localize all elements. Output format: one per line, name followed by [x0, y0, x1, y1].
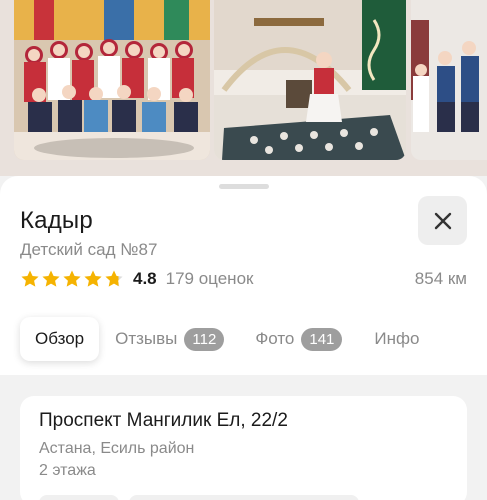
rating-count[interactable]: 179 оценок — [166, 269, 254, 289]
place-title: Кадыр — [20, 207, 93, 234]
place-tabs: Обзор Отзывы 112 Фото 141 Инфо — [20, 316, 419, 362]
rating-stars — [20, 269, 124, 289]
star-half-icon — [105, 270, 123, 287]
tab-label: Фото — [255, 329, 295, 348]
address-area: Астана, Есиль район — [39, 440, 195, 457]
address-action-chip[interactable] — [39, 495, 119, 500]
tab-info[interactable]: Инфо — [374, 317, 419, 361]
distance: 854 км — [414, 269, 467, 288]
address-floors: 2 этажа — [39, 462, 96, 479]
rating-row[interactable]: 4.8 179 оценок 854 км — [20, 267, 467, 291]
star-icon — [21, 270, 39, 287]
close-button[interactable] — [418, 196, 467, 245]
tab-reviews[interactable]: Отзывы 112 — [115, 317, 225, 361]
close-icon — [434, 212, 451, 229]
tab-label: Инфо — [374, 329, 420, 348]
photos-count-badge: 141 — [301, 327, 343, 351]
sheet-grabber[interactable] — [219, 184, 269, 189]
address-card[interactable]: Проспект Мангилик Ел, 22/2 Астана, Есиль… — [20, 396, 467, 500]
rating-value: 4.8 — [133, 269, 157, 288]
address-street: Проспект Мангилик Ел, 22/2 — [39, 410, 288, 431]
overview-content: Проспект Мангилик Ел, 22/2 Астана, Есиль… — [0, 375, 487, 500]
place-card-sheet: Кадыр Детский сад №87 4.8 179 оценок 854… — [0, 176, 487, 500]
tab-overview[interactable]: Обзор — [20, 317, 100, 361]
tab-label: Обзор — [35, 329, 85, 348]
gallery-photo-1[interactable] — [14, 0, 210, 160]
tab-photos[interactable]: Фото 141 — [255, 317, 343, 361]
gallery-photo-2[interactable] — [214, 0, 406, 160]
photo-gallery[interactable] — [0, 0, 487, 176]
star-icon — [84, 270, 102, 287]
star-icon — [42, 270, 60, 287]
address-action-chip[interactable] — [129, 495, 359, 500]
gallery-photo-3[interactable] — [411, 0, 487, 160]
star-icon — [63, 270, 81, 287]
reviews-count-badge: 112 — [184, 327, 225, 351]
tab-label: Отзывы — [115, 329, 178, 348]
place-category: Детский сад №87 — [20, 240, 158, 259]
